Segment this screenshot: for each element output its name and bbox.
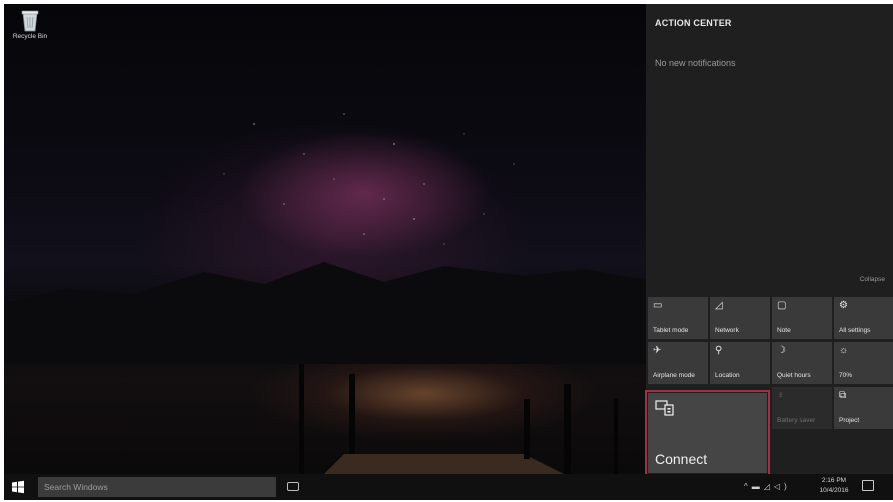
tile-airplane-mode[interactable]: ✈ Airplane mode bbox=[648, 342, 708, 384]
recycle-bin-icon bbox=[21, 10, 39, 32]
system-tray[interactable]: ^▬◿◁) bbox=[744, 482, 791, 491]
tile-label: Location bbox=[715, 372, 740, 379]
tile-note[interactable]: ▢ Note bbox=[772, 297, 832, 339]
quiet-hours-icon: ☽ bbox=[777, 345, 786, 356]
network-icon: ◿ bbox=[715, 300, 723, 311]
tile-label: Battery saver bbox=[777, 417, 816, 424]
chevron-up-icon[interactable]: ^ bbox=[744, 482, 752, 491]
recycle-bin-label: Recycle Bin bbox=[12, 33, 48, 40]
wifi-icon[interactable]: ◿ bbox=[764, 482, 774, 491]
battery-saver-icon: ♀ bbox=[777, 390, 785, 401]
brightness-icon: ☼ bbox=[839, 345, 849, 356]
tile-label: Airplane mode bbox=[653, 372, 695, 379]
tile-label: All settings bbox=[839, 327, 871, 334]
settings-icon: ⚙ bbox=[839, 300, 848, 311]
tile-battery-saver[interactable]: ♀ Battery saver bbox=[772, 387, 832, 429]
wallpaper-scene bbox=[4, 113, 646, 474]
location-icon: ⚲ bbox=[715, 345, 723, 356]
tile-connect[interactable]: Connect bbox=[645, 390, 770, 476]
tile-location[interactable]: ⚲ Location bbox=[710, 342, 770, 384]
clock-date: 10/4/2016 bbox=[819, 487, 849, 494]
action-center-panel: ACTION CENTER No new notifications Colla… bbox=[645, 4, 893, 476]
note-icon: ▢ bbox=[777, 300, 787, 311]
tile-label: Tablet mode bbox=[653, 327, 689, 334]
battery-icon[interactable]: ▬ bbox=[752, 482, 764, 491]
tile-quiet-hours[interactable]: ☽ Quiet hours bbox=[772, 342, 832, 384]
tile-project[interactable]: ⧉ Project bbox=[834, 387, 893, 429]
tile-label: Network bbox=[715, 327, 739, 334]
tile-label: Quiet hours bbox=[777, 372, 811, 379]
tile-label: Note bbox=[777, 327, 791, 334]
tile-all-settings[interactable]: ⚙ All settings bbox=[834, 297, 893, 339]
tile-label: Project bbox=[839, 417, 860, 424]
connect-label: Connect bbox=[655, 451, 708, 467]
clock-time: 2:16 PM bbox=[821, 477, 847, 484]
action-center-title: ACTION CENTER bbox=[655, 18, 732, 28]
airplane-icon: ✈ bbox=[653, 345, 662, 356]
clock[interactable]: 2:16 PM 10/4/2016 bbox=[819, 476, 849, 496]
tablet-mode-icon: ▭ bbox=[653, 300, 663, 311]
task-view-icon[interactable] bbox=[287, 482, 299, 491]
windows-start-icon[interactable] bbox=[11, 480, 25, 494]
project-icon: ⧉ bbox=[839, 390, 847, 401]
desktop-wallpaper bbox=[4, 4, 646, 474]
search-input[interactable]: Search Windows bbox=[38, 477, 276, 497]
tile-tablet-mode[interactable]: ▭ Tablet mode bbox=[648, 297, 708, 339]
tile-brightness[interactable]: ☼ 70% bbox=[834, 342, 893, 384]
volume-icon[interactable]: ◁) bbox=[774, 482, 791, 491]
tile-network[interactable]: ◿ Network bbox=[710, 297, 770, 339]
collapse-link[interactable]: Collapse bbox=[860, 276, 885, 283]
action-center-notification-icon[interactable] bbox=[862, 480, 874, 491]
desktop-screen: Recycle Bin ACTION CENTER No new notific… bbox=[4, 4, 893, 500]
connect-icon bbox=[655, 400, 674, 416]
recycle-bin[interactable]: Recycle Bin bbox=[8, 8, 52, 40]
tile-label: 70% bbox=[839, 372, 853, 379]
taskbar: Search Windows ^▬◿◁) 2:16 PM 10/4/2016 bbox=[4, 474, 893, 500]
no-notifications-text: No new notifications bbox=[655, 58, 736, 68]
